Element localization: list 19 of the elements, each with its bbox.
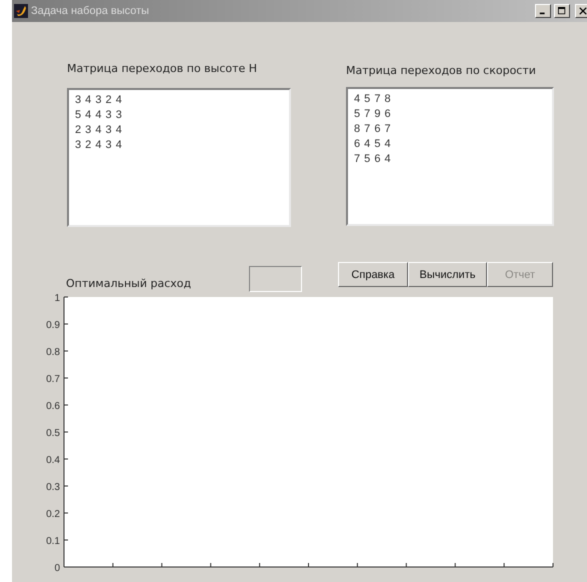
tick-label: 0.3 [46,482,60,493]
tick-label: 0.5 [46,428,60,439]
optimal-cost-label: Оптимальный расход [66,277,192,290]
height-matrix-label: Матрица переходов по высоте H [67,62,258,75]
tick-label: 0 [54,563,60,574]
tick-label: 0.9 [46,320,60,331]
tick-label: 0.2 [46,509,60,520]
tick-label: 0.8 [46,347,60,358]
speed-matrix-label: Матрица переходов по скорости [346,64,537,77]
action-button[interactable]: Вычислить [408,262,487,287]
tick-label: 0.1 [46,536,60,547]
tick-label: 0.4 [46,455,60,466]
height-matrix-list[interactable]: 3 4 3 2 4 5 4 4 3 3 2 3 4 3 4 3 2 4 3 4 [67,88,291,227]
tick-label: 0.7 [46,374,60,385]
speed-matrix-list[interactable]: 4 5 7 8 5 7 9 6 8 7 6 7 6 4 5 4 7 5 6 4 [346,87,554,226]
tick-label: 1 [54,293,60,304]
window-title: Задача набора высоты [31,5,150,17]
action-button[interactable]: Справка [338,262,408,287]
tick-label: 0.6 [46,401,60,412]
